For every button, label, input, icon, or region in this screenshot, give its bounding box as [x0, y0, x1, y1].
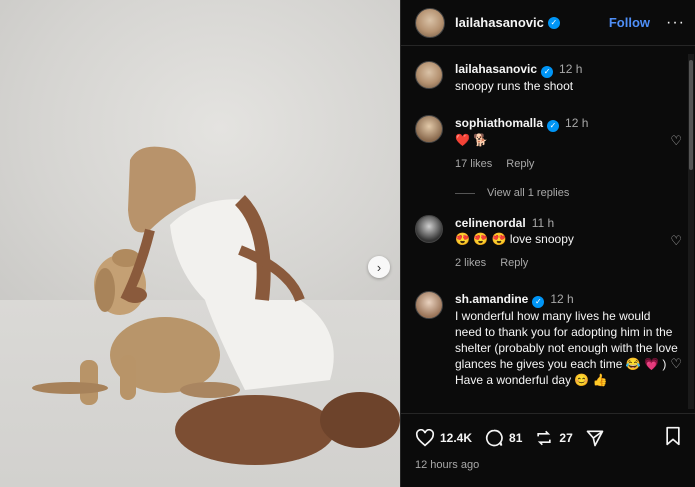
- author-username[interactable]: lailahasanovic: [455, 15, 544, 30]
- caption-time: 12 h: [559, 62, 583, 76]
- comment-time: 12 h: [550, 292, 574, 306]
- comment-button[interactable]: 81: [484, 428, 522, 448]
- caption-avatar[interactable]: [415, 61, 443, 89]
- caption-text: snoopy runs the shoot: [455, 79, 574, 93]
- likes-count: 12.4K: [440, 430, 473, 445]
- comment-likes[interactable]: 17 likes: [455, 158, 492, 170]
- next-photo-button[interactable]: ›: [368, 256, 390, 278]
- reply-button[interactable]: Reply: [500, 257, 528, 269]
- reply-button[interactable]: Reply: [506, 158, 534, 170]
- follow-button[interactable]: Follow: [609, 15, 650, 30]
- comment-icon: [485, 429, 503, 446]
- comment-likes[interactable]: 2 likes: [455, 257, 486, 269]
- comment-item: sh.amandine ✓ 12 h I wonderful how many li…: [415, 291, 680, 388]
- comment-username[interactable]: sh.amandine: [455, 292, 528, 306]
- like-button[interactable]: 12.4K: [415, 428, 473, 447]
- post-photo: ›: [0, 0, 400, 487]
- repost-icon: [537, 430, 552, 445]
- share-button[interactable]: [585, 428, 610, 448]
- verified-badge-icon: ✓: [547, 120, 560, 132]
- share-icon: [586, 430, 604, 446]
- view-replies-button[interactable]: View all 1 replies: [455, 187, 569, 199]
- caption: lailahasanovic ✓ 12 h snoopy runs the shoo…: [415, 61, 680, 94]
- comment-text: 😍 😍 😍 love snoopy: [455, 232, 574, 246]
- comments-list[interactable]: lailahasanovic ✓ 12 h snoopy runs the shoo…: [401, 47, 688, 412]
- comment-item: celinenordal 11 h 😍 😍 😍 love snoopy 2 lik…: [415, 215, 680, 271]
- comments-count: 81: [509, 430, 523, 445]
- heart-icon[interactable]: ♡: [670, 133, 682, 149]
- bookmark-icon: [666, 426, 680, 446]
- view-replies-label: View all 1 replies: [487, 187, 570, 199]
- more-icon[interactable]: ···: [666, 14, 685, 32]
- caption-username[interactable]: lailahasanovic: [455, 62, 537, 76]
- comment-text: ❤️ 🐕: [455, 133, 489, 147]
- comment-avatar[interactable]: [415, 291, 443, 319]
- comment-text: I wonderful how many lives he would need…: [455, 309, 678, 387]
- verified-badge-icon: ✓: [541, 66, 554, 78]
- post-header: lailahasanovic ✓ Follow ···: [401, 0, 695, 46]
- comment-time: 12 h: [565, 116, 589, 130]
- comment-item: sophiathomalla ✓ 12 h ❤️ 🐕 17 likes Reply: [415, 115, 680, 172]
- heart-icon: [415, 428, 435, 446]
- posted-time: 12 hours ago: [415, 459, 480, 471]
- comments-scrollbar[interactable]: [688, 54, 694, 409]
- reposts-count: 27: [559, 430, 573, 445]
- author-avatar[interactable]: [415, 7, 445, 38]
- comment-username[interactable]: sophiathomalla: [455, 116, 543, 130]
- post-sidebar: lailahasanovic ✓ Follow ··· lailahasanov…: [400, 0, 695, 487]
- chevron-right-icon: ›: [376, 259, 382, 275]
- heart-icon[interactable]: ♡: [670, 233, 682, 249]
- instagram-post-viewer: › lailahasanovic ✓ Follow ··· lailahasan…: [0, 0, 695, 487]
- verified-badge-icon: ✓: [532, 296, 545, 308]
- comment-avatar[interactable]: [415, 115, 443, 143]
- repost-button[interactable]: 27: [534, 428, 573, 448]
- photo-scene-woman-with-dog: [32, 146, 400, 465]
- bookmark-button[interactable]: [664, 426, 682, 449]
- verified-badge-icon: ✓: [547, 16, 560, 29]
- comment-avatar[interactable]: [415, 215, 443, 243]
- post-actions: 12.4K 81 27 12 hours ago: [401, 413, 695, 487]
- comment-time: 11 h: [531, 216, 555, 230]
- comment-username[interactable]: celinenordal: [455, 216, 526, 230]
- heart-icon[interactable]: ♡: [670, 356, 682, 372]
